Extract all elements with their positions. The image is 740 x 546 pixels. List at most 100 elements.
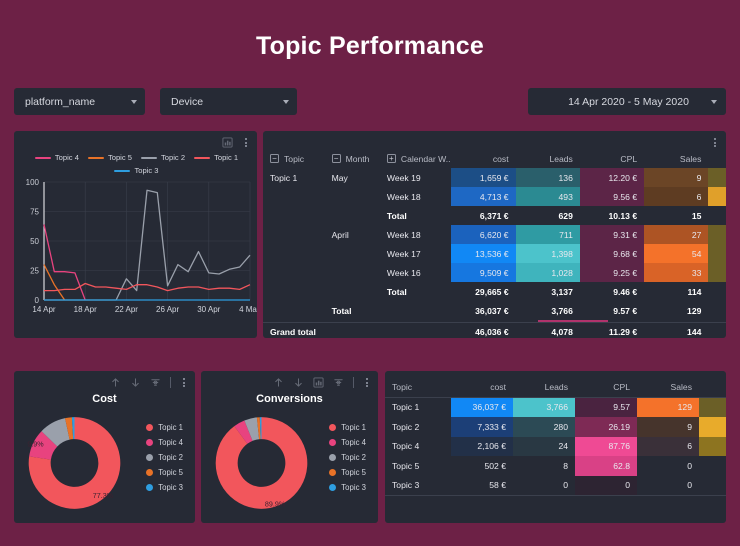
- legend-item-topic-4[interactable]: Topic 4: [329, 438, 366, 447]
- cell-month: April: [331, 229, 349, 240]
- legend-item-topic-3[interactable]: Topic 3: [329, 483, 366, 492]
- legend-item-topic-2[interactable]: Topic 2: [329, 453, 366, 462]
- cell-month: [325, 282, 380, 301]
- svg-text:50: 50: [30, 237, 39, 246]
- legend-item-topic-2[interactable]: Topic 2: [146, 453, 183, 462]
- table-row[interactable]: April Week 18 6,620 €711 9.31 €27: [263, 225, 726, 244]
- conversions-donut[interactable]: 89.9%: [209, 409, 314, 517]
- summary-header-leads[interactable]: Leads: [513, 377, 575, 397]
- arrow-down-icon[interactable]: [130, 377, 141, 388]
- kebab-menu-icon[interactable]: [242, 137, 250, 148]
- svg-text:4 May: 4 May: [239, 305, 257, 314]
- legend-item-topic-4[interactable]: Topic 4: [146, 438, 183, 447]
- pivot-table-body: Topic 1 May Week 19 1,659 €136 12.20 €9 Week …: [263, 168, 726, 338]
- cost-donut[interactable]: 77.3% 9.9%: [22, 409, 127, 517]
- table-row[interactable]: Total 36,037 € 3,766 9.57 € 129: [263, 301, 726, 320]
- pivot-header-month[interactable]: − Month: [325, 149, 380, 168]
- table-row[interactable]: Topic 2 7,333 €280 26.19 9: [385, 417, 726, 437]
- pivot-header-cost[interactable]: cost: [451, 149, 515, 168]
- legend-item-topic-4[interactable]: Topic 4: [34, 153, 79, 162]
- cell-sales: 9: [644, 168, 709, 187]
- cell-leads: 24: [513, 436, 575, 456]
- cell-cost: 36,037 €: [475, 305, 509, 316]
- filter-device[interactable]: Device: [160, 88, 297, 115]
- sort-icon[interactable]: [333, 377, 344, 388]
- pivot-header-leads[interactable]: Leads: [516, 149, 580, 168]
- dashboard-page: Topic Performance platform_name Device 1…: [0, 0, 740, 546]
- summary-header-cpl[interactable]: CPL: [575, 377, 637, 397]
- legend-label: Topic 3: [134, 166, 159, 175]
- kebab-menu-icon[interactable]: [180, 377, 188, 388]
- summary-header-topic[interactable]: Topic: [385, 377, 451, 397]
- cell-topic: [263, 187, 325, 206]
- table-row[interactable]: Week 16 9,509 €1,028 9.25 €33: [263, 263, 726, 282]
- legend-item-topic-5[interactable]: Topic 5: [329, 468, 366, 477]
- legend-item-topic-1[interactable]: Topic 1: [329, 423, 366, 432]
- pivot-header-week-label: Calendar W...: [400, 153, 452, 164]
- filter-platform-name[interactable]: platform_name: [14, 88, 145, 115]
- chart-icon[interactable]: [222, 137, 233, 148]
- line-chart-toolbar: [222, 137, 250, 148]
- table-row[interactable]: Topic 3 58 €0 0 0: [385, 475, 726, 495]
- legend-swatch: [146, 424, 154, 431]
- legend-item-topic-1[interactable]: Topic 1: [146, 423, 183, 432]
- summary-header-cost[interactable]: cost: [451, 377, 513, 397]
- table-row[interactable]: Total 6,371 € 629 10.13 € 15: [263, 206, 726, 225]
- table-row[interactable]: Topic 1 May Week 19 1,659 €136 12.20 €9: [263, 168, 726, 187]
- cell-sales: 114: [687, 286, 702, 297]
- arrow-up-icon[interactable]: [110, 377, 121, 388]
- table-row[interactable]: Week 18 4,713 €493 9.56 €6: [263, 187, 726, 206]
- pivot-header-topic[interactable]: − Topic: [263, 149, 325, 168]
- table-row[interactable]: Topic 5 502 € 8 62.8 0: [385, 456, 726, 476]
- pivot-header-calendar-week[interactable]: + Calendar W...: [380, 149, 451, 168]
- legend-item-topic-1[interactable]: Topic 1: [194, 153, 238, 162]
- cell-overflow: [708, 301, 726, 320]
- summary-header-sales[interactable]: Sales: [637, 377, 699, 397]
- table-row[interactable]: Week 17 13,536 €1,398 9.68 €54: [263, 244, 726, 263]
- table-row[interactable]: Total 29,665 € 3,137 9.46 € 114: [263, 282, 726, 301]
- cell-cost: 36,037 €: [451, 397, 513, 417]
- kebab-menu-icon[interactable]: [711, 137, 719, 148]
- page-title: Topic Performance: [256, 32, 484, 60]
- kebab-menu-icon[interactable]: [363, 377, 371, 388]
- pivot-table-header-row: − Topic − Month + Calendar W... cost Lea…: [263, 149, 726, 168]
- legend-label: Topic 2: [341, 453, 366, 462]
- legend-item-topic-3[interactable]: Topic 3: [114, 166, 159, 175]
- grand-total-sales: 144: [687, 327, 702, 337]
- pivot-header-sales[interactable]: Sales: [644, 149, 708, 168]
- cell-sales: 15: [691, 210, 702, 221]
- cell-sales: 6: [637, 436, 699, 456]
- legend-item-topic-5[interactable]: Topic 5: [146, 468, 183, 477]
- cell-topic: [263, 206, 325, 225]
- cell-cost: 6,620 €: [451, 225, 516, 244]
- legend-item-topic-2[interactable]: Topic 2: [141, 153, 185, 162]
- cell-topic: Topic 3: [392, 480, 420, 491]
- cell-sales: 0: [687, 460, 692, 471]
- table-row[interactable]: Topic 1 36,037 €3,766 9.57 129: [385, 397, 726, 417]
- cell-month: May: [331, 172, 348, 183]
- legend-item-topic-3[interactable]: Topic 3: [146, 483, 183, 492]
- grand-total-row[interactable]: Grand total 46,036 € 4,078 11.29 € 144: [263, 322, 726, 338]
- legend-swatch: [329, 439, 337, 446]
- filter-platform-name-label: platform_name: [25, 95, 96, 108]
- filter-date-range[interactable]: 14 Apr 2020 - 5 May 2020: [528, 88, 726, 115]
- table-row[interactable]: Topic 4 2,106 €24 87.76 6: [385, 436, 726, 456]
- legend-item-topic-5[interactable]: Topic 5: [87, 153, 132, 162]
- sort-icon[interactable]: [150, 377, 161, 388]
- cell-cost: 4,713 €: [451, 187, 516, 206]
- collapse-icon[interactable]: −: [331, 154, 341, 163]
- legend-label: Topic 4: [158, 438, 183, 447]
- cell-sales: 27: [644, 225, 709, 244]
- collapse-icon[interactable]: −: [270, 154, 279, 163]
- arrow-down-icon[interactable]: [293, 377, 304, 388]
- cell-calendar-week: [380, 301, 451, 320]
- cell-overflow: [708, 225, 726, 244]
- expand-icon[interactable]: +: [386, 154, 396, 163]
- line-chart-plot[interactable]: 0 25 50 75 100 14 Apr 18 Apr 22 Apr 26 Apr 30 Apr…: [14, 176, 257, 336]
- cell-cost: 2,106 €: [451, 436, 513, 456]
- pivot-header-cpl[interactable]: CPL: [580, 149, 644, 168]
- arrow-up-icon[interactable]: [273, 377, 284, 388]
- chart-icon[interactable]: [313, 377, 324, 388]
- cost-chart-panel: Cost 77.3% 9.9% Topic 1 Topic 4 Topic 2 T…: [14, 371, 195, 523]
- cell-calendar-week: Week 16: [386, 267, 421, 278]
